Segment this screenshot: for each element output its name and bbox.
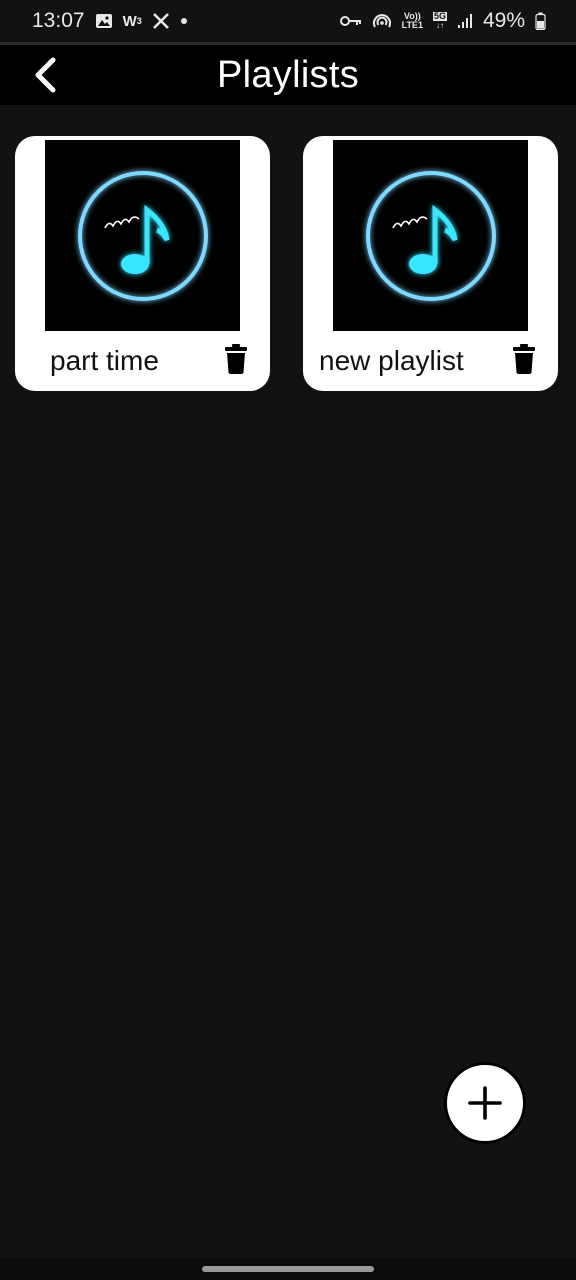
neon-music-note-icon [78, 171, 208, 301]
status-bar: 13:07 W3 Vo)) LTE1 5G ↓↑ 49% [0, 0, 576, 42]
app-bar: Playlists [0, 45, 576, 105]
app-w-icon: W3 [122, 12, 142, 30]
playlist-card[interactable]: new playlist [303, 136, 558, 391]
trash-icon [225, 344, 247, 374]
x-icon [152, 12, 170, 30]
delete-playlist-button[interactable] [224, 344, 248, 374]
battery-icon [535, 12, 546, 30]
playlist-card[interactable]: part time [15, 136, 270, 391]
neon-music-note-icon [366, 171, 496, 301]
gallery-icon [95, 13, 113, 29]
playlist-artwork [333, 140, 528, 331]
hotspot-icon [372, 12, 392, 30]
trash-icon [513, 344, 535, 374]
playlist-name: new playlist [319, 345, 464, 376]
data-arrows-icon: ↓↑ [435, 21, 444, 30]
playlist-artwork [45, 140, 240, 331]
add-playlist-button[interactable] [444, 1062, 526, 1144]
plus-icon [468, 1086, 502, 1120]
playlist-name: part time [50, 345, 159, 376]
network-5g-icon: 5G ↓↑ [432, 11, 447, 30]
volte-label-bottom: LTE1 [401, 20, 423, 30]
volte-icon: Vo)) LTE1 [402, 12, 423, 30]
chevron-left-icon [35, 57, 56, 93]
status-left: 13:07 W3 [32, 9, 188, 33]
page-title: Playlists [216, 53, 360, 96]
status-right: Vo)) LTE1 5G ↓↑ 49% [339, 9, 546, 33]
status-time: 13:07 [32, 9, 85, 32]
network-label: 5G [432, 11, 447, 21]
signal-icon [457, 13, 473, 29]
dot-icon [180, 17, 188, 25]
back-button[interactable] [28, 57, 62, 93]
delete-playlist-button[interactable] [512, 344, 536, 374]
home-gesture-handle[interactable] [202, 1266, 374, 1272]
battery-percent: 49% [482, 9, 525, 32]
key-icon [339, 14, 362, 28]
system-nav-bar [0, 1258, 576, 1280]
